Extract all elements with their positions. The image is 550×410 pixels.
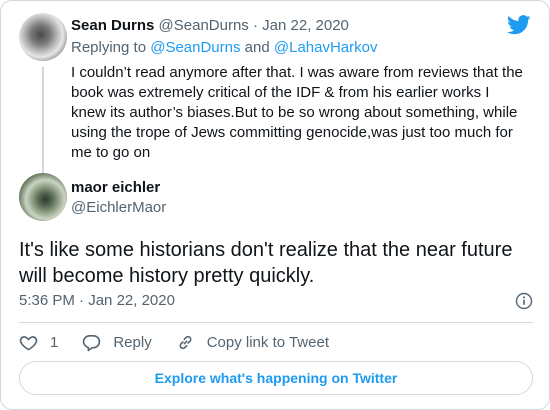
divider: [19, 322, 533, 323]
reply-button[interactable]: Reply: [82, 333, 152, 352]
tweet-actions-bar: 1 Reply Copy link to Tweet: [19, 331, 353, 353]
author-display-name[interactable]: maor eichler: [71, 178, 166, 198]
copy-link-button[interactable]: Copy link to Tweet: [176, 333, 329, 352]
separator-dot: ·: [74, 292, 89, 309]
replying-to-line: Replying to @SeanDurns and @LahavHarkov: [71, 39, 531, 57]
avatar[interactable]: [19, 173, 67, 221]
main-tweet-text: It's like some historians don't realize …: [19, 239, 513, 287]
author-row: Sean Durns @SeanDurns · Jan 22, 2020: [71, 17, 531, 35]
reply-label: Reply: [113, 333, 152, 351]
tweet-embed-card: Sean Durns @SeanDurns · Jan 22, 2020 Rep…: [0, 0, 550, 410]
tweet-time[interactable]: 5:36 PM: [19, 292, 75, 309]
separator-dot: ·: [248, 17, 263, 34]
parent-tweet-body: Sean Durns @SeanDurns · Jan 22, 2020 Rep…: [71, 17, 531, 163]
explore-twitter-button[interactable]: Explore what's happening on Twitter: [19, 361, 533, 395]
tweet-date[interactable]: Jan 22, 2020: [262, 17, 349, 34]
replying-user-link[interactable]: @LahavHarkov: [274, 39, 378, 56]
thread-connector-line: [42, 67, 44, 173]
info-icon[interactable]: [515, 292, 533, 310]
heart-icon: [19, 335, 38, 351]
replying-user-link[interactable]: @SeanDurns: [150, 39, 240, 56]
author-handle[interactable]: @SeanDurns: [159, 17, 249, 34]
tweet-date[interactable]: Jan 22, 2020: [88, 292, 175, 309]
reply-bubble-icon: [83, 334, 101, 351]
main-tweet-header: maor eichler @EichlerMaor: [19, 173, 519, 221]
replying-and: and: [240, 39, 274, 56]
replying-prefix: Replying to: [71, 39, 151, 56]
parent-tweet-text: I couldn’t read anymore after that. I wa…: [71, 64, 523, 161]
link-icon: [179, 335, 192, 349]
author-display-name[interactable]: Sean Durns: [71, 17, 154, 34]
like-count: 1: [50, 333, 59, 351]
author-names: maor eichler @EichlerMaor: [71, 178, 166, 218]
avatar[interactable]: [19, 13, 67, 61]
like-button[interactable]: 1: [19, 333, 58, 352]
copy-link-label: Copy link to Tweet: [206, 333, 329, 351]
author-handle[interactable]: @EichlerMaor: [71, 198, 166, 218]
tweet-timestamp-row: 5:36 PM · Jan 22, 2020: [19, 291, 533, 311]
